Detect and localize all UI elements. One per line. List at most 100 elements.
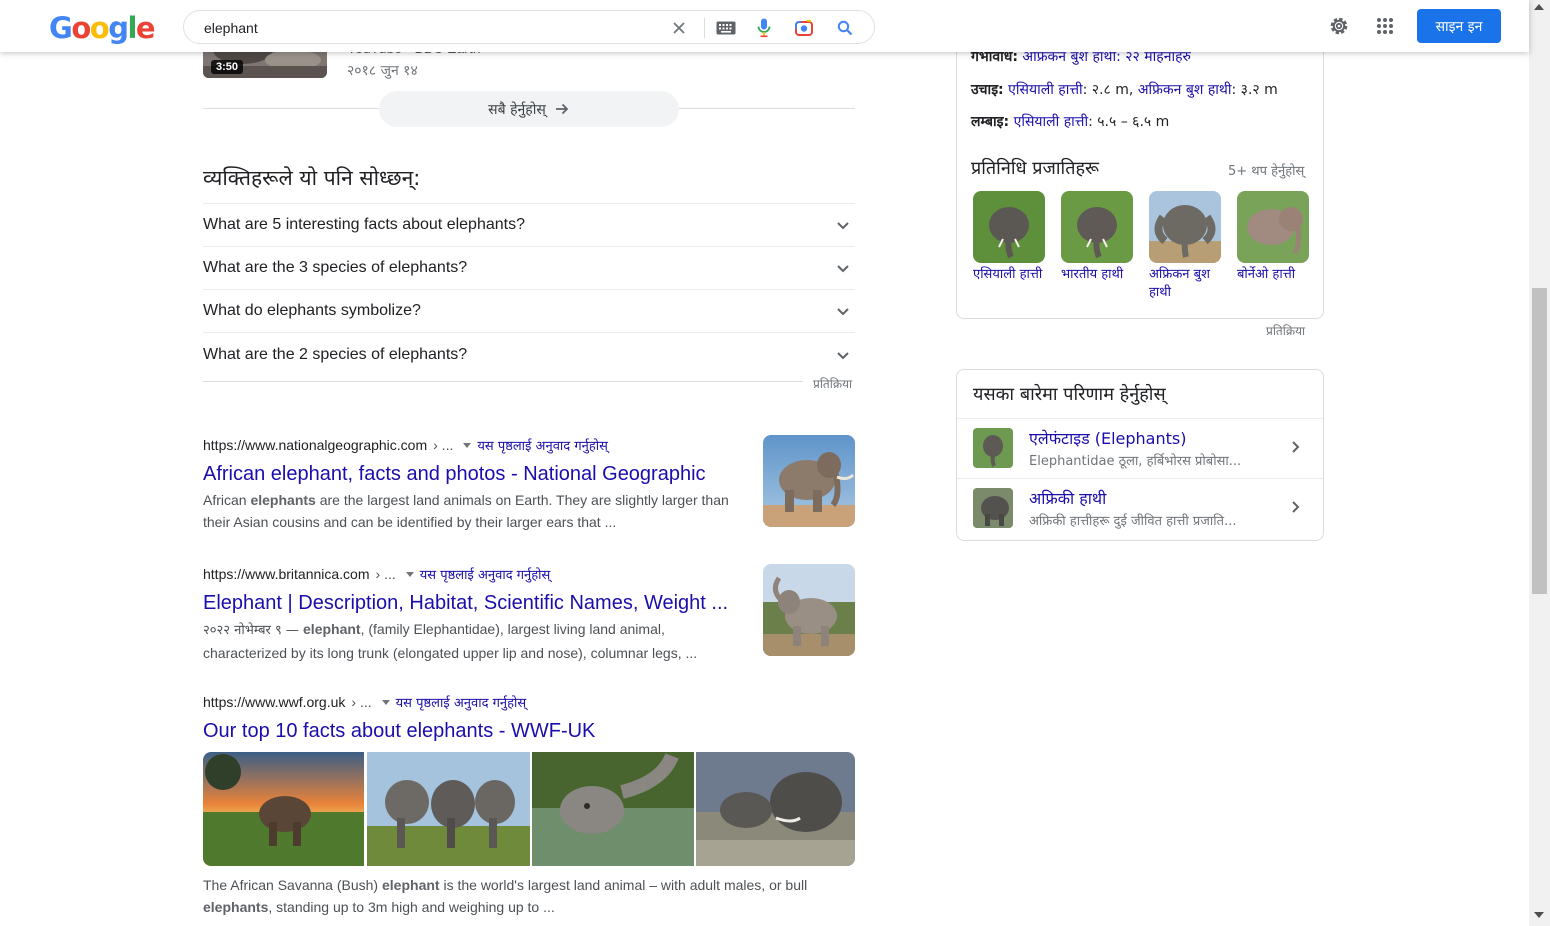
result-title-link[interactable]: Elephant | Description, Habitat, Scienti…: [203, 590, 855, 616]
entity-image: [973, 428, 1013, 468]
result-domain: https://www.britannica.com: [203, 566, 370, 582]
page-scrollbar[interactable]: [1529, 0, 1550, 926]
view-all-label: सबै हेर्नुहोस्: [488, 101, 546, 118]
species-image: [1149, 191, 1221, 263]
result-url[interactable]: https://www.wwf.org.uk › ... यस पृष्ठलाई…: [203, 692, 855, 712]
species-name: एसियाली हात्ती: [973, 267, 1043, 282]
clear-icon[interactable]: [668, 17, 690, 39]
search-result-snippet: The African Savanna (Bush) elephant is t…: [203, 872, 855, 918]
species-image: [1061, 191, 1133, 263]
chevron-down-icon: [837, 222, 849, 230]
result-thumbnail[interactable]: [763, 435, 855, 527]
snippet-highlight: elephant: [382, 877, 440, 893]
arrow-right-icon: [555, 103, 569, 115]
logo-letter: o: [89, 11, 110, 45]
search-divider: [704, 18, 705, 38]
sign-in-button[interactable]: साइन इन: [1417, 9, 1501, 43]
search-input[interactable]: [204, 18, 644, 38]
people-also-ask-list: What are 5 interesting facts about eleph…: [203, 203, 855, 376]
google-logo[interactable]: Google: [49, 11, 156, 45]
kp-length-value: : ५.५ – ६.५ m: [1088, 114, 1170, 130]
caret-down-icon[interactable]: [405, 571, 414, 577]
result-url[interactable]: https://www.nationalgeographic.com › ...…: [203, 435, 855, 455]
logo-letter: e: [135, 11, 156, 45]
species-card[interactable]: बोर्नेओ हात्ती: [1237, 191, 1309, 284]
question-item[interactable]: What are 5 interesting facts about eleph…: [203, 204, 855, 247]
chevron-down-icon: [837, 265, 849, 273]
kp-height-link[interactable]: एसियाली हात्ती: [1008, 82, 1083, 98]
entity-row[interactable]: अफ्रिकी हाथी अफ्रिकी हात्तीहरू दुई जीवित…: [957, 478, 1323, 538]
question-text: What are the 3 species of elephants?: [203, 259, 468, 276]
kp-height-link[interactable]: अफ्रिकन बुश हाथी: [1138, 82, 1232, 98]
caret-down-icon[interactable]: [463, 442, 472, 448]
strip-image[interactable]: [532, 752, 694, 866]
paa-feedback-link[interactable]: प्रतिक्रिया: [813, 375, 852, 392]
strip-image[interactable]: [696, 752, 855, 866]
species-image: [1237, 191, 1309, 263]
translate-link[interactable]: यस पृष्ठलाई अनुवाद गर्नुहोस्: [396, 693, 527, 711]
snippet-highlight: elephant: [303, 621, 361, 637]
entity-description: अफ्रिकी हात्तीहरू दुई जीवित हात्ती प्रजा…: [1029, 514, 1237, 529]
result-date: २०२२ नोभेम्बर ९ —: [203, 623, 304, 638]
result-path: › ...: [351, 694, 372, 710]
entity-image: [973, 488, 1013, 528]
search-result: https://www.britannica.com › ... यस पृष्…: [203, 564, 855, 664]
scroll-down-arrow-icon[interactable]: [1534, 912, 1544, 918]
translate-link[interactable]: यस पृष्ठलाई अनुवाद गर्नुहोस्: [420, 565, 551, 583]
kp-height-value: : २.८ m,: [1082, 82, 1134, 98]
entity-row[interactable]: एलेफंटाइड (Elephants) Elephantidae ठूला,…: [957, 418, 1323, 478]
keyboard-icon[interactable]: [715, 17, 737, 39]
result-snippet: २०२२ नोभेम्बर ९ — elephant, (family Elep…: [203, 618, 743, 664]
species-name: अफ्रिकन बुश हाथी: [1149, 267, 1210, 300]
result-domain: https://www.nationalgeographic.com: [203, 437, 428, 453]
species-name: बोर्नेओ हात्ती: [1237, 267, 1296, 282]
kp-length-link[interactable]: एसियाली हात्ती: [1014, 114, 1089, 130]
result-snippet: African elephants are the largest land a…: [203, 489, 743, 533]
caret-down-icon[interactable]: [381, 699, 390, 705]
question-text: What do elephants symbolize?: [203, 302, 421, 319]
search-result: https://www.wwf.org.uk › ... यस पृष्ठलाई…: [203, 692, 855, 744]
species-more-link[interactable]: 5+ थप हेर्नुहोस्: [1228, 161, 1304, 179]
result-thumbnail[interactable]: [763, 564, 855, 656]
species-card[interactable]: भारतीय हाथी: [1061, 191, 1133, 284]
logo-letter: l: [127, 11, 137, 45]
view-all-button[interactable]: सबै हेर्नुहोस्: [379, 91, 679, 127]
question-item[interactable]: What are the 3 species of elephants?: [203, 247, 855, 290]
question-item[interactable]: What are the 2 species of elephants?: [203, 333, 855, 376]
kp-feedback-link[interactable]: प्रतिक्रिया: [1266, 322, 1305, 339]
divider: [203, 381, 803, 382]
result-snippet: The African Savanna (Bush) elephant is t…: [203, 874, 855, 918]
species-image: [973, 191, 1045, 263]
snippet-highlight: elephants: [250, 492, 316, 508]
species-card[interactable]: अफ्रिकन बुश हाथी: [1149, 191, 1221, 302]
kp-length-key: लम्बाइ:: [971, 114, 1010, 130]
question-text: What are 5 interesting facts about eleph…: [203, 216, 525, 233]
see-results-title: यसका बारेमा परिणाम हेर्नुहोस्: [973, 384, 1166, 405]
result-title-link[interactable]: African elephant, facts and photos - Nat…: [203, 461, 855, 487]
result-title-link[interactable]: Our top 10 facts about elephants - WWF-U…: [203, 718, 855, 744]
entity-name: अफ्रिकी हाथी: [1029, 489, 1107, 508]
result-url[interactable]: https://www.britannica.com › ... यस पृष्…: [203, 564, 855, 584]
strip-image[interactable]: [367, 752, 530, 866]
scrollbar-thumb[interactable]: [1532, 288, 1547, 594]
snippet-text: is the world's largest land animal – wit…: [439, 877, 808, 893]
chevron-right-icon: [1292, 501, 1300, 513]
image-strip: [203, 752, 855, 866]
species-card[interactable]: एसियाली हात्ती: [973, 191, 1045, 284]
translate-link[interactable]: यस पृष्ठलाई अनुवाद गर्नुहोस्: [477, 436, 608, 454]
entity-name: एलेफंटाइड (Elephants): [1029, 429, 1187, 448]
strip-image[interactable]: [203, 752, 364, 866]
camera-lens-icon[interactable]: [793, 17, 815, 39]
question-item[interactable]: What do elephants symbolize?: [203, 290, 855, 333]
result-domain: https://www.wwf.org.uk: [203, 694, 346, 710]
microphone-icon[interactable]: [753, 17, 775, 39]
logo-letter: g: [108, 11, 129, 45]
settings-gear-icon[interactable]: [1327, 14, 1351, 38]
logo-letter: G: [49, 11, 73, 45]
apps-grid-icon[interactable]: [1373, 14, 1397, 38]
chevron-right-icon: [1292, 441, 1300, 453]
result-path: › ...: [433, 437, 454, 453]
search-icon[interactable]: [834, 17, 856, 39]
scroll-up-arrow-icon[interactable]: [1534, 4, 1544, 10]
search-box[interactable]: [183, 10, 875, 44]
